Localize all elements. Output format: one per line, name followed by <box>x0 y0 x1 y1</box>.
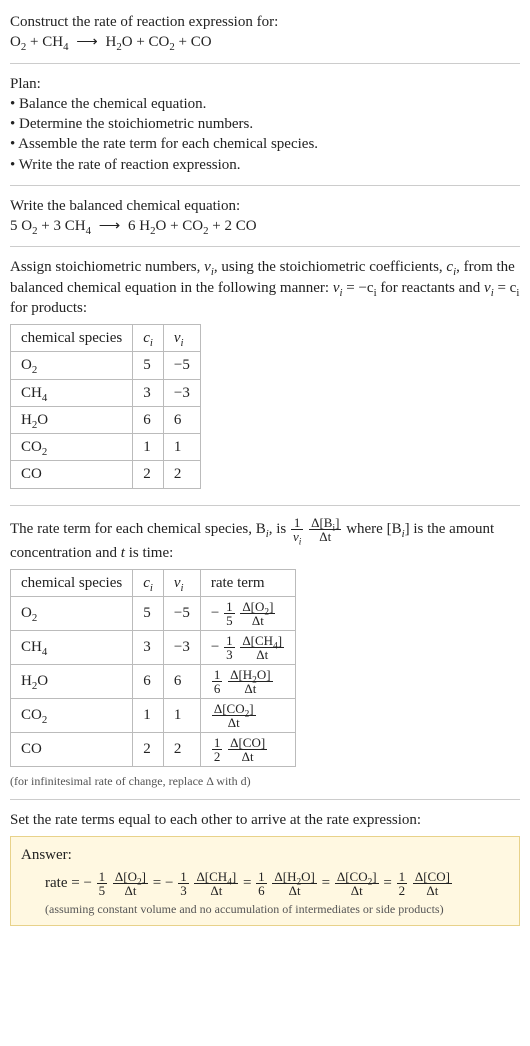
term: 6 H2O <box>128 218 166 234</box>
fraction: 1 νi <box>291 516 303 543</box>
divider <box>10 246 520 247</box>
header-title: Construct the rate of reaction expressio… <box>10 12 520 32</box>
text: Assign stoichiometric numbers, <box>10 259 204 275</box>
table-row: CH4 3 −3 − 13 Δ[CH4]Δt <box>11 631 296 665</box>
reaction-arrow-icon: ⟶ <box>76 32 98 52</box>
table-header-row: chemical species ci νi rate term <box>11 569 296 596</box>
plan-step: • Write the rate of reaction expression. <box>10 155 520 175</box>
answer-box: Answer: rate = − 15 Δ[O2]Δt = − 13 Δ[CH4… <box>10 836 520 925</box>
final-title: Set the rate terms equal to each other t… <box>10 810 520 830</box>
table-row: H2O 6 6 16 Δ[H2O]Δt <box>11 665 296 699</box>
species-ch4: CH4 <box>42 34 68 50</box>
divider <box>10 63 520 64</box>
table-row: CO 2 2 12 Δ[CO]Δt <box>11 733 296 767</box>
answer-label: Answer: <box>21 845 509 865</box>
col-nui: νi <box>163 325 200 352</box>
table-row: O2 5 −5 <box>11 352 201 379</box>
plan-label: Plan: <box>10 74 520 94</box>
term: CO2 <box>182 218 208 234</box>
term: 5 O2 <box>10 218 38 234</box>
fraction: Δ[Bi] Δt <box>309 516 341 543</box>
plan-step: • Assemble the rate term for each chemic… <box>10 134 520 154</box>
table-row: H2O 6 6 <box>11 406 201 433</box>
table-header-row: chemical species ci νi <box>11 325 201 352</box>
term: 2 CO <box>225 218 257 234</box>
rate-expression: rate = − 15 Δ[O2]Δt = − 13 Δ[CH4]Δt = 16… <box>45 870 509 897</box>
answer-note: (assuming constant volume and no accumul… <box>45 901 509 917</box>
final-section: Set the rate terms equal to each other t… <box>10 804 520 932</box>
table-row: CO 2 2 <box>11 461 201 488</box>
divider <box>10 185 520 186</box>
table-row: CO2 1 1 Δ[CO2]Δt <box>11 699 296 733</box>
table-row: CO2 1 1 <box>11 434 201 461</box>
plan-step: • Balance the chemical equation. <box>10 94 520 114</box>
species-o2: O2 <box>10 34 26 50</box>
balanced-equation: 5 O2 + 3 CH4 ⟶ 6 H2O + CO2 + 2 CO <box>10 216 520 236</box>
plan: Plan: • Balance the chemical equation. •… <box>10 68 520 181</box>
balanced-title: Write the balanced chemical equation: <box>10 196 520 216</box>
balanced-equation-section: Write the balanced chemical equation: 5 … <box>10 190 520 243</box>
col-species: chemical species <box>11 325 133 352</box>
plan-step: • Determine the stoichiometric numbers. <box>10 114 520 134</box>
rate-term-section: The rate term for each chemical species,… <box>10 510 520 796</box>
reaction-arrow-icon: ⟶ <box>99 216 121 236</box>
species-co: CO <box>191 34 212 50</box>
infinitesimal-note: (for infinitesimal rate of change, repla… <box>10 773 520 789</box>
col-ci: ci <box>133 325 164 352</box>
species-h2o: H2O <box>105 34 132 50</box>
divider <box>10 799 520 800</box>
table-row: O2 5 −5 − 15 Δ[O2]Δt <box>11 597 296 631</box>
stoich-table-1: chemical species ci νi O2 5 −5 CH4 3 −3 … <box>10 324 201 489</box>
species-co2: CO2 <box>149 34 175 50</box>
header: Construct the rate of reaction expressio… <box>10 6 520 59</box>
table-row: CH4 3 −3 <box>11 379 201 406</box>
stoich-table-2: chemical species ci νi rate term O2 5 −5… <box>10 569 296 767</box>
assign-section: Assign stoichiometric numbers, νi, using… <box>10 251 520 500</box>
divider <box>10 505 520 506</box>
term: 3 CH4 <box>53 218 91 234</box>
unbalanced-equation: O2 + CH4 ⟶ H2O + CO2 + CO <box>10 32 520 52</box>
